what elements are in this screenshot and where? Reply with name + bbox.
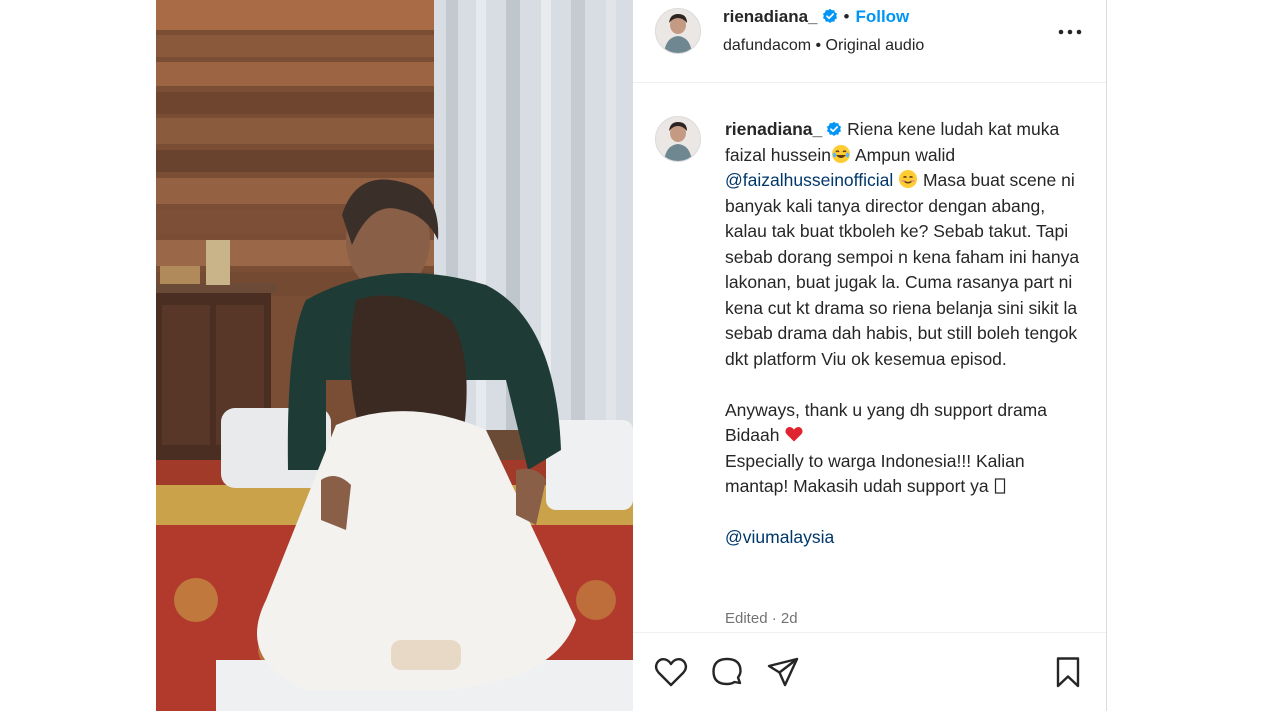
caption-avatar[interactable] [655, 116, 701, 162]
post-side-panel: rienadiana_ • Follow dafundacom • Original… [633, 0, 1106, 711]
red-heart-emoji-icon [784, 424, 804, 444]
caption-block: rienadiana_ Riena kene ludah kat muka fa… [633, 82, 1106, 632]
caption-text-part: Masa buat scene ni banyak kali tanya dir… [725, 170, 1080, 445]
header-separator: • [843, 7, 850, 26]
mention-link[interactable]: @faizalhusseinofficial [725, 170, 893, 190]
edited-timestamp: Edited · 2d [725, 610, 798, 627]
avatar-image [656, 9, 700, 53]
audio-attribution[interactable]: dafundacom • Original audio [723, 37, 924, 55]
smiling-emoji-icon [898, 169, 918, 189]
mention-link[interactable]: @viumalaysia [725, 527, 834, 547]
avatar-image [656, 117, 700, 161]
comment-icon[interactable] [709, 655, 745, 689]
caption-username[interactable]: rienadiana_ [725, 119, 822, 139]
follow-button[interactable]: Follow [855, 7, 909, 26]
header-username[interactable]: rienadiana_ [723, 7, 818, 26]
more-options-icon[interactable] [1056, 22, 1084, 42]
avatar[interactable] [655, 8, 701, 54]
header-user-line: rienadiana_ • Follow [723, 7, 909, 27]
caption-text-part: Ampun walid [851, 144, 960, 165]
video-frame-image [156, 0, 633, 711]
bookmark-icon[interactable] [1050, 655, 1086, 689]
post-video[interactable] [156, 0, 633, 711]
verified-icon [822, 8, 838, 24]
caption-text: rienadiana_ Riena kene ludah kat muka fa… [725, 117, 1090, 551]
post-modal: rienadiana_ • Follow dafundacom • Original… [156, 0, 1107, 711]
verified-icon [826, 119, 842, 136]
post-header: rienadiana_ • Follow dafundacom • Original… [633, 0, 1106, 83]
share-icon[interactable] [765, 655, 801, 689]
action-bar [633, 632, 1106, 712]
caption-text-part: Especially to warga Indonesia!!! Kalian … [725, 450, 1025, 497]
missing-glyph-icon [994, 477, 1014, 497]
laughing-emoji-icon [831, 144, 851, 164]
heart-icon[interactable] [653, 655, 689, 689]
